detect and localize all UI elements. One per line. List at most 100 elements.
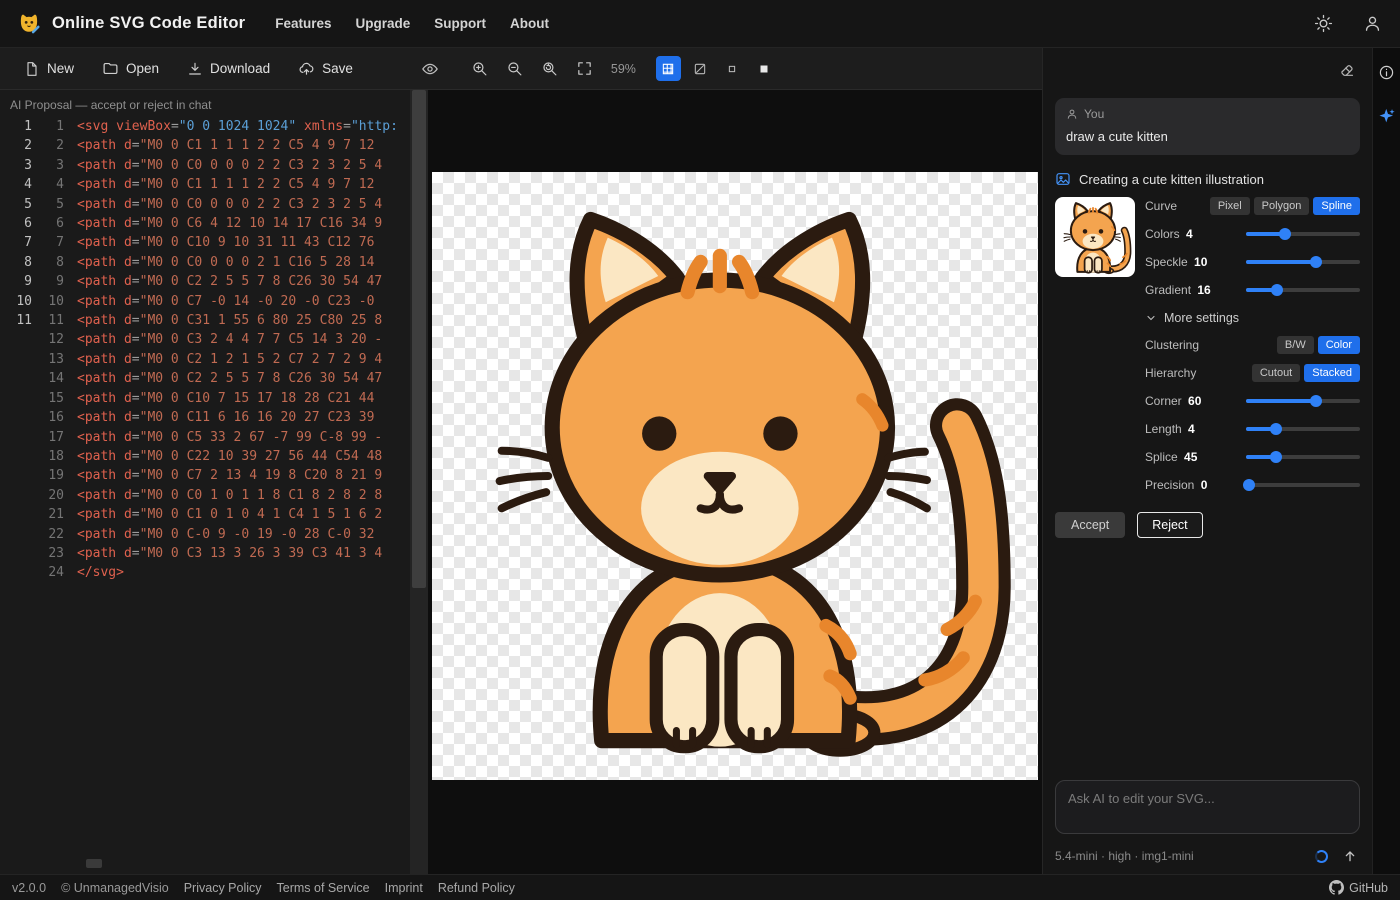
code-text: <path d="M0 0 C2 2 5 5 7 8 C26 30 54 47 xyxy=(77,272,382,291)
editor-scrollbar[interactable] xyxy=(410,90,428,874)
accept-button[interactable]: Accept xyxy=(1055,512,1125,538)
top-bar: Online SVG Code Editor FeaturesUpgradeSu… xyxy=(0,0,1400,48)
code-line[interactable]: 14<path d="M0 0 C2 2 5 5 7 8 C26 30 54 4… xyxy=(0,369,410,388)
zoom-reset-button[interactable] xyxy=(537,56,562,81)
code-line[interactable]: 18<path d="M0 0 C22 10 39 27 56 44 C54 4… xyxy=(0,447,410,466)
line-number-new: 2 xyxy=(32,136,64,155)
code-line[interactable]: 17<path d="M0 0 C5 33 2 67 -7 99 C-8 99 … xyxy=(0,428,410,447)
kitten-thumbnail[interactable] xyxy=(1055,197,1135,277)
new-button[interactable]: New xyxy=(14,55,84,83)
splice-slider[interactable] xyxy=(1246,450,1360,464)
zoom-out-button[interactable] xyxy=(502,56,527,81)
code-line[interactable]: 20<path d="M0 0 C0 1 0 1 1 8 C1 8 2 8 2 … xyxy=(0,486,410,505)
theme-toggle-button[interactable] xyxy=(1312,12,1335,35)
code-line[interactable]: 22<path d="M0 0 C-0 9 -0 19 -0 28 C-0 32 xyxy=(0,525,410,544)
slider-thumb[interactable] xyxy=(1271,284,1283,296)
code-line[interactable]: 55<path d="M0 0 C0 0 0 0 2 2 C3 2 3 2 5 … xyxy=(0,195,410,214)
slider-track xyxy=(1246,483,1360,487)
code-line[interactable]: 12<path d="M0 0 C3 2 4 4 7 7 C5 14 3 20 … xyxy=(0,330,410,349)
length-slider[interactable] xyxy=(1246,422,1360,436)
code-line[interactable]: 66<path d="M0 0 C6 4 12 10 14 17 C16 34 … xyxy=(0,214,410,233)
hierarchy-option-stacked[interactable]: Stacked xyxy=(1304,364,1360,382)
code-line[interactable]: 22<path d="M0 0 C1 1 1 1 2 2 C5 4 9 7 12 xyxy=(0,136,410,155)
slider-thumb[interactable] xyxy=(1279,228,1291,240)
curve-option-polygon[interactable]: Polygon xyxy=(1254,197,1310,215)
model-status: 5.4-mini · high · img1-mini xyxy=(1055,849,1194,863)
corner-slider[interactable] xyxy=(1246,394,1360,408)
slider-thumb[interactable] xyxy=(1243,479,1255,491)
code-line[interactable]: 99<path d="M0 0 C2 2 5 5 7 8 C26 30 54 4… xyxy=(0,272,410,291)
save-button[interactable]: Save xyxy=(288,54,363,83)
code-line[interactable]: 13<path d="M0 0 C2 1 2 1 5 2 C7 2 7 2 9 … xyxy=(0,350,410,369)
footer: v2.0.0 © UnmanagedVisio Privacy PolicyTe… xyxy=(0,874,1400,900)
slider-thumb[interactable] xyxy=(1310,395,1322,407)
nav-link-about[interactable]: About xyxy=(510,16,549,31)
more-settings-toggle[interactable]: More settings xyxy=(1145,311,1360,325)
editor-scrollbar-thumb[interactable] xyxy=(412,90,426,588)
fit-screen-button[interactable] xyxy=(572,56,597,81)
line-number-old xyxy=(0,350,32,369)
footer-link-privacy-policy[interactable]: Privacy Policy xyxy=(184,881,262,895)
open-button[interactable]: Open xyxy=(92,54,169,83)
github-link[interactable]: GitHub xyxy=(1329,880,1388,895)
code-line[interactable]: 23<path d="M0 0 C3 13 3 26 3 39 C3 41 3 … xyxy=(0,544,410,563)
view-white-button[interactable] xyxy=(720,56,745,81)
view-black-button[interactable] xyxy=(752,56,777,81)
zoom-in-button[interactable] xyxy=(467,56,492,81)
code-line[interactable]: 21<path d="M0 0 C1 0 1 0 4 1 C4 1 5 1 6 … xyxy=(0,505,410,524)
clear-chat-button[interactable] xyxy=(1337,59,1358,80)
code-line[interactable]: 77<path d="M0 0 C10 9 10 31 11 43 C12 76 xyxy=(0,233,410,252)
account-button[interactable] xyxy=(1361,12,1384,35)
view-checker-button[interactable] xyxy=(656,56,681,81)
colors-slider[interactable] xyxy=(1246,227,1360,241)
colors-value: 4 xyxy=(1186,227,1193,241)
horizontal-scrollbar-thumb[interactable] xyxy=(86,859,102,868)
preview-toggle-button[interactable] xyxy=(417,56,443,82)
canvas-checkerboard[interactable] xyxy=(432,172,1038,780)
code-line[interactable]: 15<path d="M0 0 C10 7 15 17 18 28 C21 44 xyxy=(0,389,410,408)
line-number-old: 4 xyxy=(0,175,32,194)
code-line[interactable]: 1010<path d="M0 0 C7 -0 14 -0 20 -0 C23 … xyxy=(0,292,410,311)
nav-link-features[interactable]: Features xyxy=(275,16,331,31)
footer-link-refund-policy[interactable]: Refund Policy xyxy=(438,881,515,895)
curve-option-pixel[interactable]: Pixel xyxy=(1210,197,1250,215)
reject-button[interactable]: Reject xyxy=(1137,512,1202,538)
code-text: <path d="M0 0 C7 2 13 4 19 8 C20 8 21 9 xyxy=(77,466,382,485)
code-line[interactable]: 19<path d="M0 0 C7 2 13 4 19 8 C20 8 21 … xyxy=(0,466,410,485)
user-name: You xyxy=(1084,107,1104,121)
send-button[interactable] xyxy=(1340,846,1360,866)
curve-option-spline[interactable]: Spline xyxy=(1313,197,1360,215)
code-line[interactable]: 44<path d="M0 0 C1 1 1 1 2 2 C5 4 9 7 12 xyxy=(0,175,410,194)
precision-slider[interactable] xyxy=(1246,478,1360,492)
info-button[interactable] xyxy=(1376,62,1397,83)
footer-link-imprint[interactable]: Imprint xyxy=(385,881,423,895)
code-line[interactable]: 33<path d="M0 0 C0 0 0 0 2 2 C3 2 3 2 5 … xyxy=(0,156,410,175)
hierarchy-option-cutout[interactable]: Cutout xyxy=(1252,364,1300,382)
gradient-slider[interactable] xyxy=(1246,283,1360,297)
clustering-option-color[interactable]: Color xyxy=(1318,336,1360,354)
slider-thumb[interactable] xyxy=(1270,423,1282,435)
code-line[interactable]: 11<svg viewBox="0 0 1024 1024" xmlns="ht… xyxy=(0,117,410,136)
github-icon xyxy=(1329,880,1344,895)
code-line[interactable]: 24</svg> xyxy=(0,563,410,582)
code-line[interactable]: 16<path d="M0 0 C11 6 16 16 20 27 C23 39 xyxy=(0,408,410,427)
footer-link-terms-of-service[interactable]: Terms of Service xyxy=(277,881,370,895)
line-number-new: 20 xyxy=(32,486,64,505)
precision-value: 0 xyxy=(1201,478,1208,492)
slider-thumb[interactable] xyxy=(1270,451,1282,463)
view-none-button[interactable] xyxy=(688,56,713,81)
length-label: Length 4 xyxy=(1145,422,1195,436)
code-line[interactable]: 1111<path d="M0 0 C31 1 55 6 80 25 C80 2… xyxy=(0,311,410,330)
code-text: <path d="M0 0 C5 33 2 67 -7 99 C-8 99 - xyxy=(77,428,382,447)
download-button[interactable]: Download xyxy=(177,55,280,83)
code-editor-panel[interactable]: AI Proposal — accept or reject in chat 1… xyxy=(0,90,410,874)
line-number-new: 21 xyxy=(32,505,64,524)
ai-assistant-button[interactable] xyxy=(1376,105,1398,127)
nav-link-upgrade[interactable]: Upgrade xyxy=(356,16,411,31)
clustering-option-bw[interactable]: B/W xyxy=(1277,336,1314,354)
code-line[interactable]: 88<path d="M0 0 C0 0 0 0 2 1 C16 5 28 14 xyxy=(0,253,410,272)
chat-input[interactable] xyxy=(1055,780,1360,834)
nav-link-support[interactable]: Support xyxy=(434,16,486,31)
speckle-slider[interactable] xyxy=(1246,255,1360,269)
slider-thumb[interactable] xyxy=(1310,256,1322,268)
